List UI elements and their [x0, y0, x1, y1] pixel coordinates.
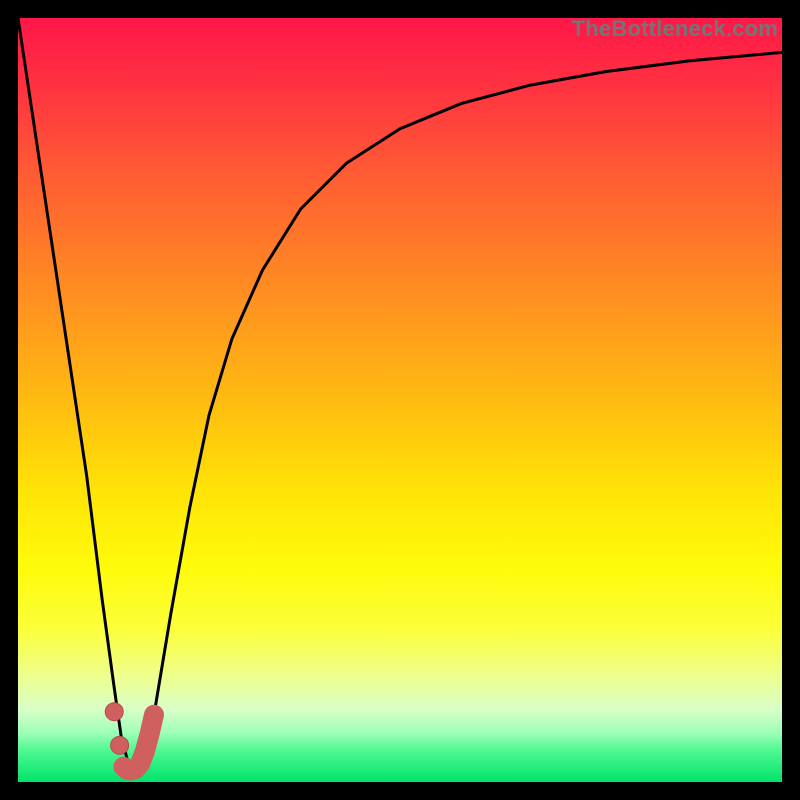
watermark-text: TheBottleneck.com	[572, 16, 778, 42]
chart-frame: TheBottleneck.com	[18, 18, 782, 782]
marker-dot	[111, 736, 129, 754]
marker-dot	[105, 703, 123, 721]
gradient-background	[18, 18, 782, 782]
bottleneck-chart	[18, 18, 782, 782]
